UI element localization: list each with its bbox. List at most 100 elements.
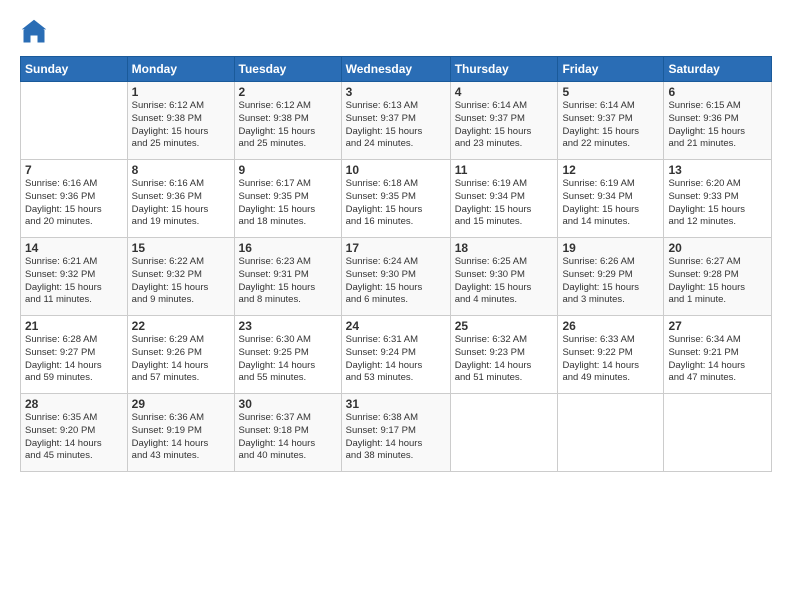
day-info: Sunrise: 6:28 AM Sunset: 9:27 PM Dayligh… — [25, 334, 123, 385]
day-number: 7 — [25, 163, 123, 177]
day-info: Sunrise: 6:24 AM Sunset: 9:30 PM Dayligh… — [346, 256, 446, 307]
day-info: Sunrise: 6:26 AM Sunset: 9:29 PM Dayligh… — [562, 256, 659, 307]
day-info: Sunrise: 6:16 AM Sunset: 9:36 PM Dayligh… — [25, 178, 123, 229]
day-number: 14 — [25, 241, 123, 255]
day-info: Sunrise: 6:15 AM Sunset: 9:36 PM Dayligh… — [668, 100, 767, 151]
calendar-cell: 30Sunrise: 6:37 AM Sunset: 9:18 PM Dayli… — [234, 394, 341, 472]
day-number: 3 — [346, 85, 446, 99]
day-info: Sunrise: 6:23 AM Sunset: 9:31 PM Dayligh… — [239, 256, 337, 307]
day-number: 1 — [132, 85, 230, 99]
calendar-week-3: 14Sunrise: 6:21 AM Sunset: 9:32 PM Dayli… — [21, 238, 772, 316]
day-info: Sunrise: 6:19 AM Sunset: 9:34 PM Dayligh… — [562, 178, 659, 229]
calendar-header-row: SundayMondayTuesdayWednesdayThursdayFrid… — [21, 57, 772, 82]
calendar-cell: 8Sunrise: 6:16 AM Sunset: 9:36 PM Daylig… — [127, 160, 234, 238]
day-info: Sunrise: 6:38 AM Sunset: 9:17 PM Dayligh… — [346, 412, 446, 463]
day-info: Sunrise: 6:27 AM Sunset: 9:28 PM Dayligh… — [668, 256, 767, 307]
day-info: Sunrise: 6:21 AM Sunset: 9:32 PM Dayligh… — [25, 256, 123, 307]
calendar-cell: 12Sunrise: 6:19 AM Sunset: 9:34 PM Dayli… — [558, 160, 664, 238]
calendar-cell: 7Sunrise: 6:16 AM Sunset: 9:36 PM Daylig… — [21, 160, 128, 238]
day-number: 12 — [562, 163, 659, 177]
calendar-cell: 26Sunrise: 6:33 AM Sunset: 9:22 PM Dayli… — [558, 316, 664, 394]
calendar-header-wednesday: Wednesday — [341, 57, 450, 82]
calendar-cell — [450, 394, 558, 472]
day-number: 26 — [562, 319, 659, 333]
day-info: Sunrise: 6:34 AM Sunset: 9:21 PM Dayligh… — [668, 334, 767, 385]
day-number: 15 — [132, 241, 230, 255]
calendar-cell: 27Sunrise: 6:34 AM Sunset: 9:21 PM Dayli… — [664, 316, 772, 394]
day-info: Sunrise: 6:30 AM Sunset: 9:25 PM Dayligh… — [239, 334, 337, 385]
day-number: 20 — [668, 241, 767, 255]
day-info: Sunrise: 6:35 AM Sunset: 9:20 PM Dayligh… — [25, 412, 123, 463]
calendar-header-sunday: Sunday — [21, 57, 128, 82]
calendar-cell: 4Sunrise: 6:14 AM Sunset: 9:37 PM Daylig… — [450, 82, 558, 160]
day-info: Sunrise: 6:12 AM Sunset: 9:38 PM Dayligh… — [239, 100, 337, 151]
calendar-cell: 5Sunrise: 6:14 AM Sunset: 9:37 PM Daylig… — [558, 82, 664, 160]
calendar-header-thursday: Thursday — [450, 57, 558, 82]
day-number: 22 — [132, 319, 230, 333]
day-info: Sunrise: 6:36 AM Sunset: 9:19 PM Dayligh… — [132, 412, 230, 463]
day-number: 13 — [668, 163, 767, 177]
day-info: Sunrise: 6:31 AM Sunset: 9:24 PM Dayligh… — [346, 334, 446, 385]
day-number: 5 — [562, 85, 659, 99]
calendar-cell: 18Sunrise: 6:25 AM Sunset: 9:30 PM Dayli… — [450, 238, 558, 316]
day-number: 24 — [346, 319, 446, 333]
calendar-cell: 15Sunrise: 6:22 AM Sunset: 9:32 PM Dayli… — [127, 238, 234, 316]
calendar-table: SundayMondayTuesdayWednesdayThursdayFrid… — [20, 56, 772, 472]
calendar-cell: 11Sunrise: 6:19 AM Sunset: 9:34 PM Dayli… — [450, 160, 558, 238]
calendar-cell: 24Sunrise: 6:31 AM Sunset: 9:24 PM Dayli… — [341, 316, 450, 394]
logo — [20, 18, 54, 46]
day-info: Sunrise: 6:37 AM Sunset: 9:18 PM Dayligh… — [239, 412, 337, 463]
day-info: Sunrise: 6:25 AM Sunset: 9:30 PM Dayligh… — [455, 256, 554, 307]
day-number: 10 — [346, 163, 446, 177]
calendar-header-monday: Monday — [127, 57, 234, 82]
calendar-cell: 19Sunrise: 6:26 AM Sunset: 9:29 PM Dayli… — [558, 238, 664, 316]
day-info: Sunrise: 6:17 AM Sunset: 9:35 PM Dayligh… — [239, 178, 337, 229]
calendar-cell: 31Sunrise: 6:38 AM Sunset: 9:17 PM Dayli… — [341, 394, 450, 472]
day-number: 28 — [25, 397, 123, 411]
calendar-cell: 28Sunrise: 6:35 AM Sunset: 9:20 PM Dayli… — [21, 394, 128, 472]
calendar-cell: 2Sunrise: 6:12 AM Sunset: 9:38 PM Daylig… — [234, 82, 341, 160]
day-number: 27 — [668, 319, 767, 333]
calendar-cell: 17Sunrise: 6:24 AM Sunset: 9:30 PM Dayli… — [341, 238, 450, 316]
day-info: Sunrise: 6:20 AM Sunset: 9:33 PM Dayligh… — [668, 178, 767, 229]
day-info: Sunrise: 6:32 AM Sunset: 9:23 PM Dayligh… — [455, 334, 554, 385]
day-number: 18 — [455, 241, 554, 255]
calendar-cell: 23Sunrise: 6:30 AM Sunset: 9:25 PM Dayli… — [234, 316, 341, 394]
header — [20, 18, 772, 46]
calendar-cell — [21, 82, 128, 160]
calendar-cell: 9Sunrise: 6:17 AM Sunset: 9:35 PM Daylig… — [234, 160, 341, 238]
day-number: 31 — [346, 397, 446, 411]
calendar-cell — [558, 394, 664, 472]
calendar-header-friday: Friday — [558, 57, 664, 82]
calendar-cell: 16Sunrise: 6:23 AM Sunset: 9:31 PM Dayli… — [234, 238, 341, 316]
day-number: 16 — [239, 241, 337, 255]
calendar-week-4: 21Sunrise: 6:28 AM Sunset: 9:27 PM Dayli… — [21, 316, 772, 394]
calendar-cell: 22Sunrise: 6:29 AM Sunset: 9:26 PM Dayli… — [127, 316, 234, 394]
calendar-cell: 3Sunrise: 6:13 AM Sunset: 9:37 PM Daylig… — [341, 82, 450, 160]
calendar-cell: 1Sunrise: 6:12 AM Sunset: 9:38 PM Daylig… — [127, 82, 234, 160]
day-info: Sunrise: 6:13 AM Sunset: 9:37 PM Dayligh… — [346, 100, 446, 151]
logo-icon — [20, 18, 48, 46]
day-number: 4 — [455, 85, 554, 99]
day-info: Sunrise: 6:29 AM Sunset: 9:26 PM Dayligh… — [132, 334, 230, 385]
day-number: 6 — [668, 85, 767, 99]
calendar-cell: 25Sunrise: 6:32 AM Sunset: 9:23 PM Dayli… — [450, 316, 558, 394]
calendar-week-5: 28Sunrise: 6:35 AM Sunset: 9:20 PM Dayli… — [21, 394, 772, 472]
day-info: Sunrise: 6:14 AM Sunset: 9:37 PM Dayligh… — [455, 100, 554, 151]
day-info: Sunrise: 6:12 AM Sunset: 9:38 PM Dayligh… — [132, 100, 230, 151]
day-number: 17 — [346, 241, 446, 255]
calendar-cell: 14Sunrise: 6:21 AM Sunset: 9:32 PM Dayli… — [21, 238, 128, 316]
calendar-week-2: 7Sunrise: 6:16 AM Sunset: 9:36 PM Daylig… — [21, 160, 772, 238]
day-info: Sunrise: 6:16 AM Sunset: 9:36 PM Dayligh… — [132, 178, 230, 229]
calendar-cell — [664, 394, 772, 472]
day-info: Sunrise: 6:19 AM Sunset: 9:34 PM Dayligh… — [455, 178, 554, 229]
day-number: 9 — [239, 163, 337, 177]
day-number: 30 — [239, 397, 337, 411]
calendar-header-tuesday: Tuesday — [234, 57, 341, 82]
calendar-cell: 13Sunrise: 6:20 AM Sunset: 9:33 PM Dayli… — [664, 160, 772, 238]
day-info: Sunrise: 6:14 AM Sunset: 9:37 PM Dayligh… — [562, 100, 659, 151]
calendar-cell: 29Sunrise: 6:36 AM Sunset: 9:19 PM Dayli… — [127, 394, 234, 472]
day-info: Sunrise: 6:33 AM Sunset: 9:22 PM Dayligh… — [562, 334, 659, 385]
page: SundayMondayTuesdayWednesdayThursdayFrid… — [0, 0, 792, 612]
calendar-cell: 10Sunrise: 6:18 AM Sunset: 9:35 PM Dayli… — [341, 160, 450, 238]
